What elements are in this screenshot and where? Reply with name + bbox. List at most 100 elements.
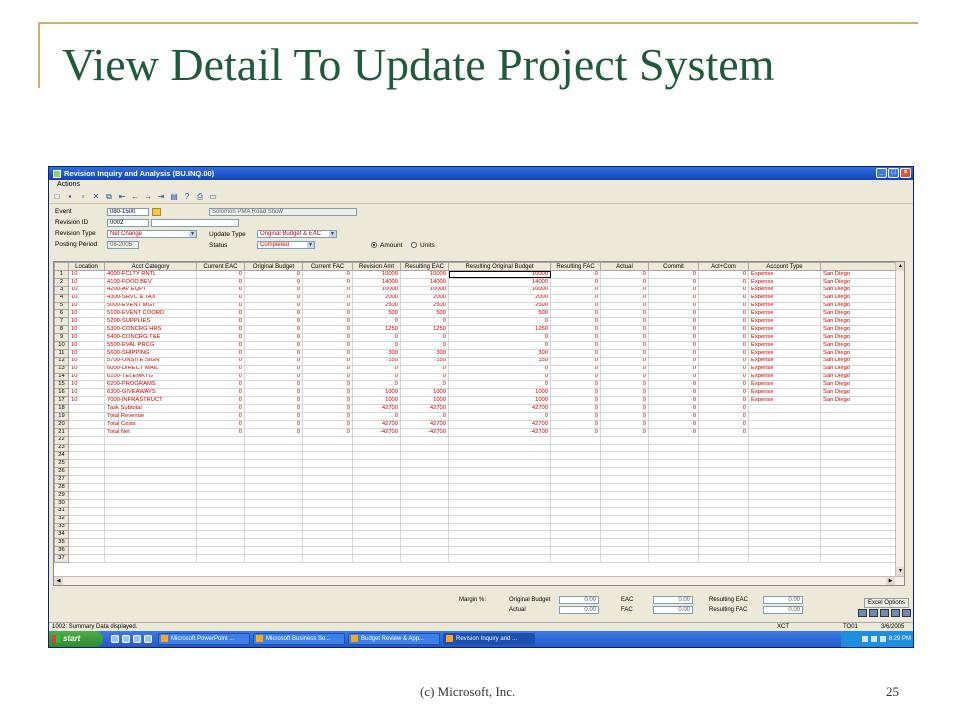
table-cell[interactable]: San Diego — [820, 270, 904, 279]
table-cell[interactable]: 10 — [68, 285, 105, 295]
table-cell[interactable] — [748, 530, 821, 540]
table-cell[interactable]: 0 — [352, 333, 401, 343]
table-cell[interactable]: 0 — [196, 364, 245, 374]
event-field[interactable]: 080-1500 — [107, 208, 149, 216]
table-cell[interactable] — [648, 546, 699, 556]
table-cell[interactable] — [550, 530, 601, 540]
table-cell[interactable] — [244, 483, 303, 492]
table-cell[interactable] — [244, 451, 303, 461]
table-cell[interactable] — [600, 475, 649, 485]
table-cell[interactable] — [196, 475, 245, 485]
table-cell[interactable]: 14000 — [400, 277, 449, 287]
chevron-down-icon[interactable]: ▼ — [329, 231, 336, 237]
table-cell[interactable]: 0 — [648, 380, 699, 390]
table-cell[interactable]: San Diego — [820, 372, 904, 382]
table-cell[interactable]: 0 — [648, 285, 699, 295]
first-icon[interactable]: ⇤ — [117, 192, 127, 202]
table-cell[interactable] — [550, 483, 601, 492]
table-cell[interactable] — [104, 490, 197, 500]
table-row[interactable]: 35 — [54, 538, 904, 548]
table-cell[interactable] — [196, 514, 245, 524]
scroll-right-icon[interactable]: ▶ — [886, 577, 895, 585]
table-cell[interactable]: 0 — [196, 317, 245, 327]
prev-icon[interactable]: ← — [130, 192, 140, 202]
table-row[interactable]: 20 Total Costs 0 0 0 42700 42700 42700 0 0 0 0 — [54, 419, 904, 429]
table-row[interactable]: 2 10 4100-FOOD BEV 0 0 0 14000 14000 14000 0 0 0 0 Ex… — [54, 277, 904, 287]
table-cell[interactable]: 0 — [196, 341, 245, 350]
table-cell[interactable]: Expense — [748, 356, 821, 366]
table-cell[interactable]: Expense — [748, 380, 821, 390]
table-cell[interactable] — [698, 554, 749, 563]
table-cell[interactable]: 0 — [196, 285, 245, 295]
table-cell[interactable] — [400, 451, 449, 461]
table-cell[interactable] — [352, 435, 401, 445]
table-cell[interactable]: San Diego — [820, 293, 904, 303]
table-cell[interactable] — [550, 514, 601, 524]
table-cell[interactable]: 0 — [302, 333, 353, 343]
table-cell[interactable]: 0 — [600, 372, 649, 382]
start-button[interactable]: start — [49, 631, 103, 647]
table-cell[interactable] — [196, 522, 245, 532]
vertical-scrollbar[interactable]: ▲ ▼ — [895, 262, 904, 585]
table-row[interactable]: 26 — [54, 467, 904, 477]
table-cell[interactable]: 0 — [698, 412, 749, 421]
table-row[interactable]: 29 — [54, 490, 904, 500]
table-cell[interactable]: 0 — [400, 380, 449, 390]
delete-icon[interactable]: ✕ — [91, 192, 101, 202]
table-cell[interactable] — [352, 459, 401, 469]
table-cell[interactable]: 0 — [400, 364, 449, 374]
table-cell[interactable] — [244, 506, 303, 516]
table-cell[interactable] — [820, 412, 904, 421]
table-cell[interactable] — [600, 467, 649, 477]
table-cell[interactable] — [820, 483, 904, 492]
table-cell[interactable] — [748, 546, 821, 556]
table-cell[interactable]: 0 — [698, 270, 749, 279]
table-cell[interactable] — [748, 427, 821, 437]
table-cell[interactable] — [600, 483, 649, 492]
table-cell[interactable] — [748, 475, 821, 485]
table-cell[interactable] — [648, 538, 699, 548]
table-cell[interactable]: 0 — [244, 396, 303, 406]
table-cell[interactable]: 10000 — [400, 270, 449, 279]
table-cell[interactable]: 0 — [550, 293, 601, 303]
table-cell[interactable]: 0 — [600, 404, 649, 414]
table-cell[interactable]: 0 — [648, 427, 699, 437]
table-cell[interactable] — [748, 435, 821, 445]
table-cell[interactable]: -42700 — [352, 427, 401, 437]
table-cell[interactable]: 0 — [648, 419, 699, 429]
table-cell[interactable] — [648, 475, 699, 485]
table-cell[interactable]: -42700 — [400, 427, 449, 437]
table-row[interactable]: 28 — [54, 483, 904, 492]
table-cell[interactable]: Expense — [748, 364, 821, 374]
table-cell[interactable]: 0 — [600, 419, 649, 429]
table-cell[interactable]: 0 — [600, 341, 649, 350]
table-cell[interactable]: 42700 — [448, 404, 551, 414]
table-cell[interactable]: 0 — [698, 293, 749, 303]
table-cell[interactable]: 0 — [196, 309, 245, 319]
scroll-down-icon[interactable]: ▼ — [896, 567, 904, 576]
table-row[interactable]: 11 10 5600-SHIPPING 0 0 0 300 300 300 0 0 0 0 Expense… — [54, 348, 904, 358]
table-cell[interactable]: San Diego — [820, 380, 904, 390]
table-cell[interactable] — [448, 554, 551, 563]
table-cell[interactable]: 0 — [196, 301, 245, 311]
table-cell[interactable] — [748, 490, 821, 500]
table-cell[interactable] — [600, 546, 649, 556]
table-cell[interactable]: 0 — [550, 301, 601, 311]
table-cell[interactable]: 0 — [302, 325, 353, 335]
table-cell[interactable]: 0 — [550, 364, 601, 374]
table-cell[interactable]: San Diego — [820, 325, 904, 335]
table-cell[interactable]: Expense — [748, 317, 821, 327]
table-cell[interactable] — [400, 514, 449, 524]
table-cell[interactable]: 0 — [302, 348, 353, 358]
table-row[interactable]: 15 10 6200-PROGRAMS 0 0 0 0 0 0 0 0 0 0 Expense San Di… — [54, 380, 904, 390]
table-cell[interactable] — [648, 451, 699, 461]
column-header[interactable]: Account Type — [748, 262, 821, 271]
quicklaunch-ie-icon[interactable] — [111, 635, 119, 643]
table-cell[interactable]: 0 — [550, 285, 601, 295]
table-cell[interactable] — [400, 538, 449, 548]
table-cell[interactable] — [352, 506, 401, 516]
column-header[interactable]: Commit — [648, 262, 699, 271]
tray-network-icon[interactable] — [861, 636, 868, 642]
table-cell[interactable] — [244, 475, 303, 485]
print-icon[interactable]: ⎙ — [195, 192, 205, 202]
